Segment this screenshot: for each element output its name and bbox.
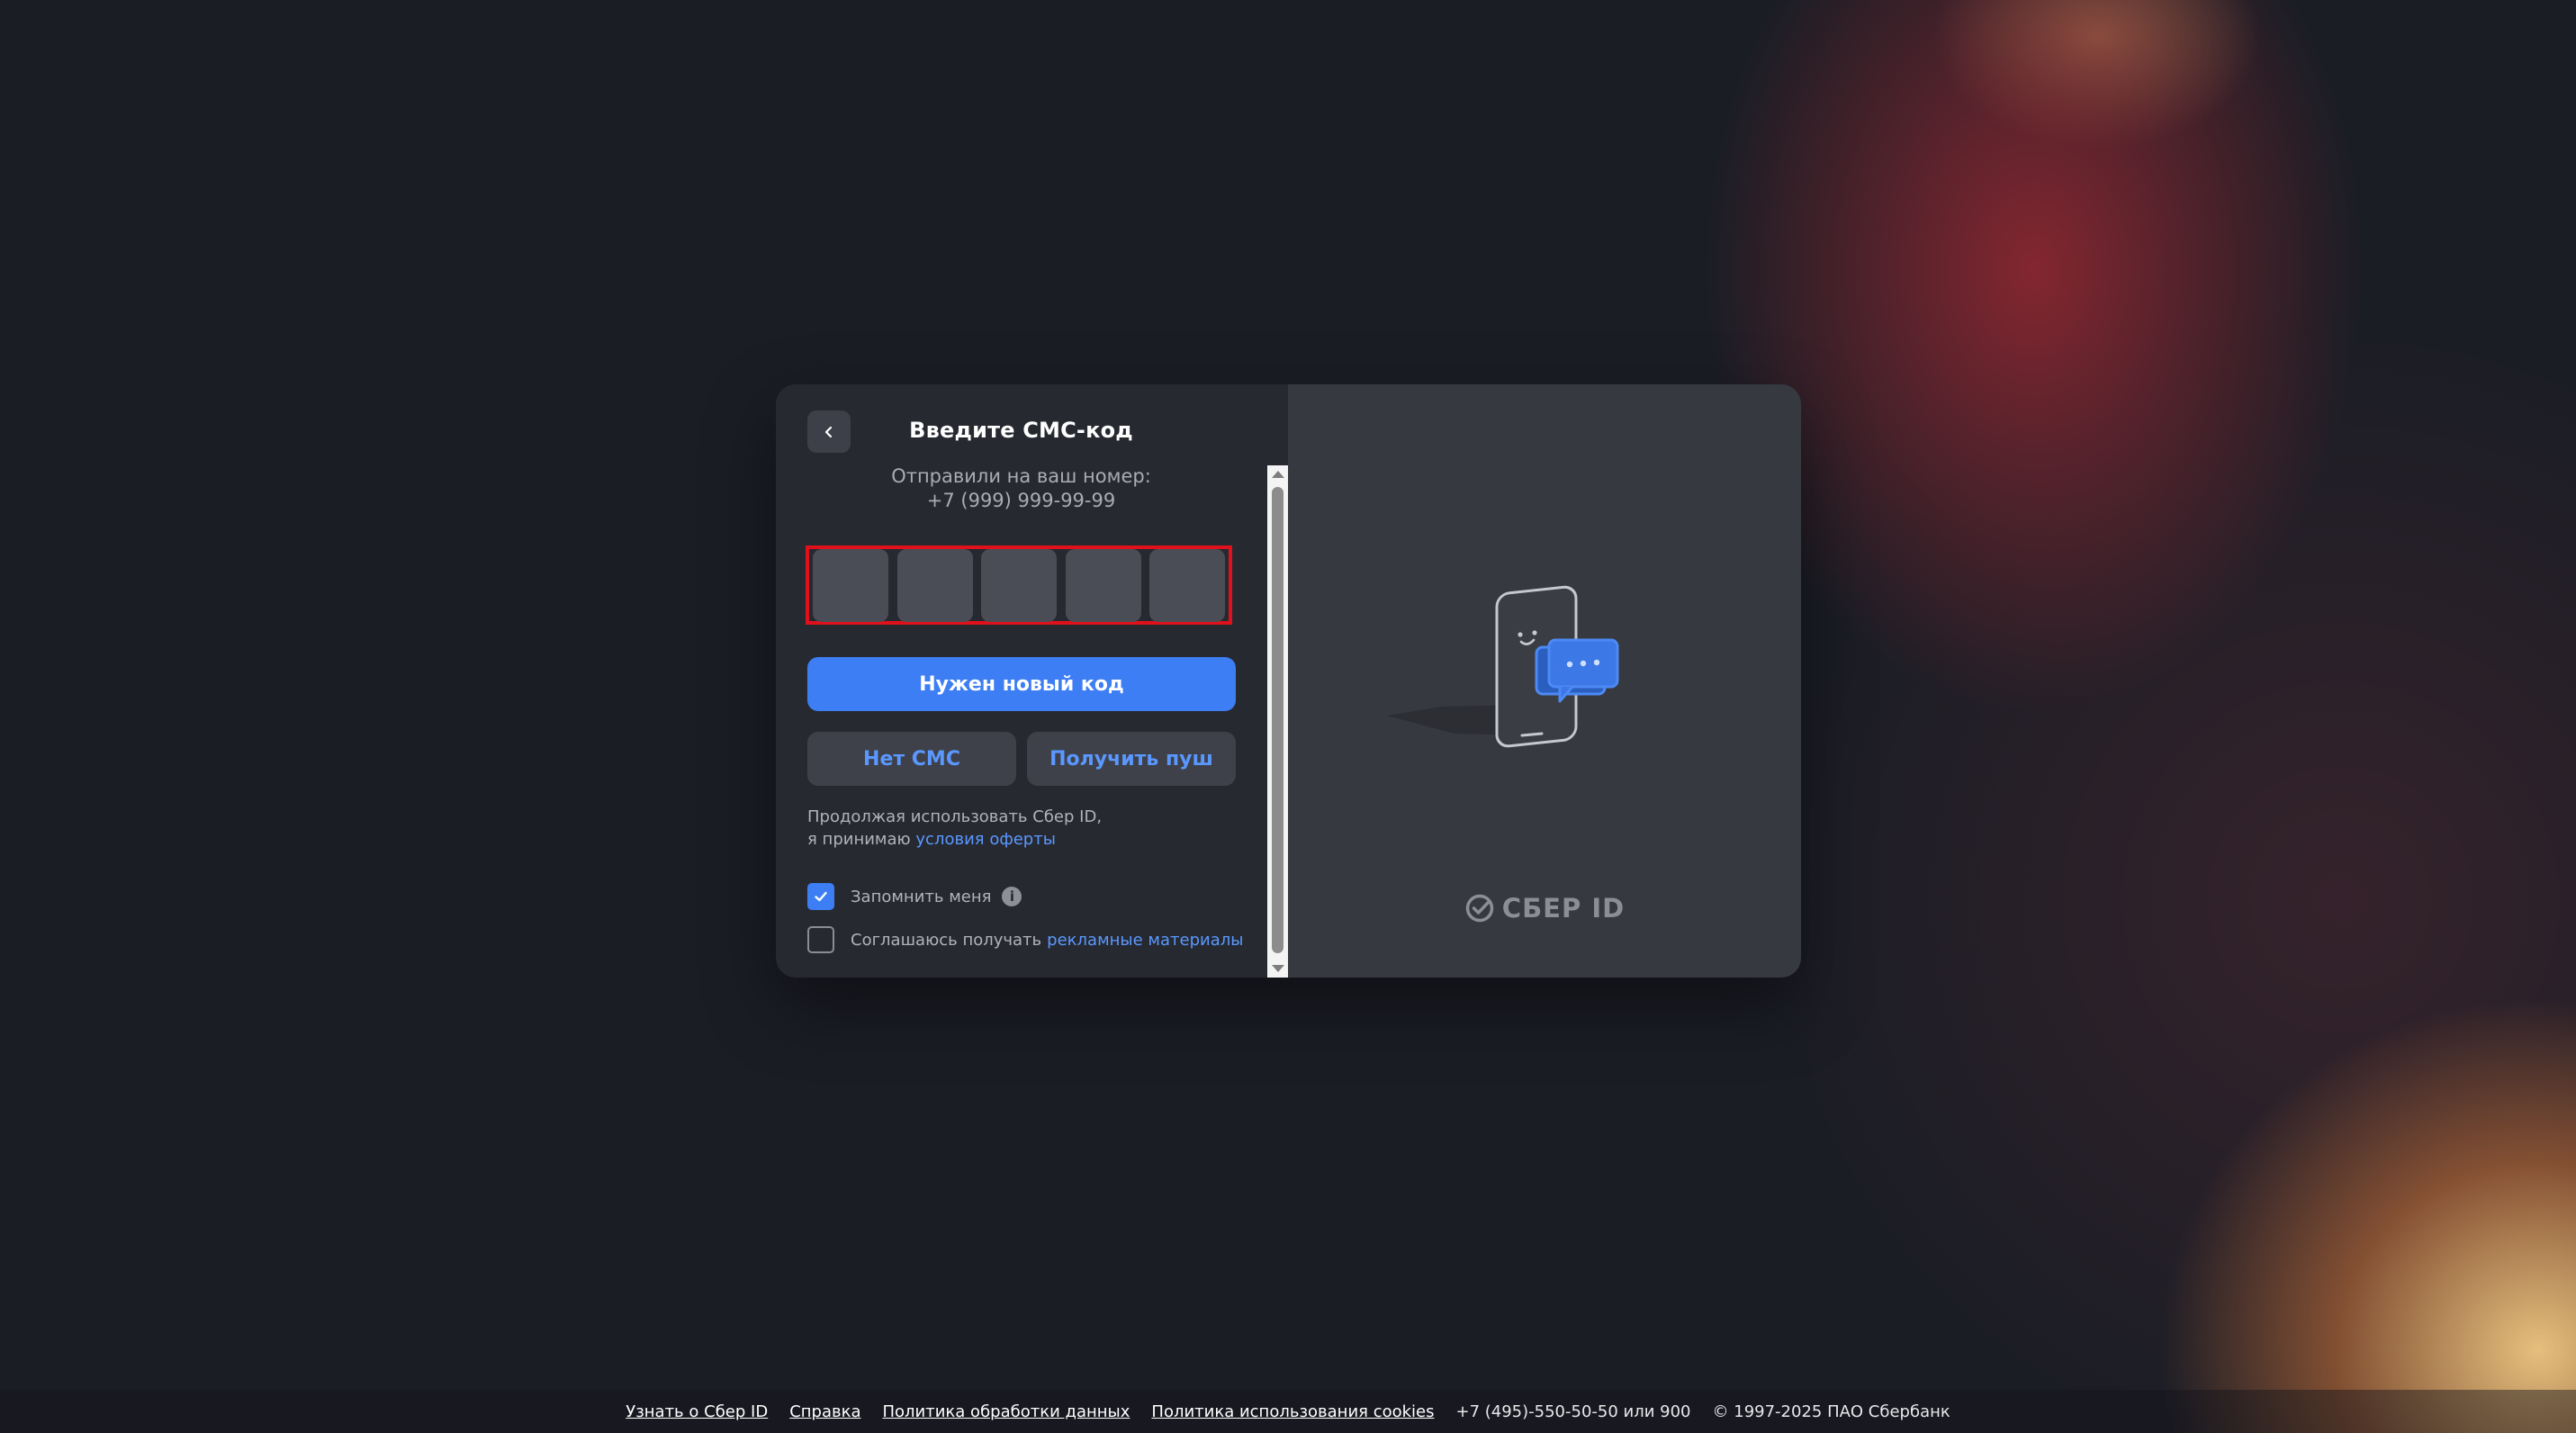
code-digit-input-4[interactable]	[1065, 548, 1141, 622]
terms-text: Продолжая использовать Сбер ID, я приним…	[807, 806, 1102, 851]
footer-link-cookie-policy[interactable]: Политика использования cookies	[1151, 1402, 1434, 1421]
sber-id-logo: СБЕР ID	[1288, 893, 1801, 924]
remember-me-checkbox[interactable]	[807, 883, 834, 910]
page-title: Введите СМС-код	[909, 418, 1133, 443]
remember-me-row: Запомнить меня i	[807, 883, 1022, 910]
remember-me-label: Запомнить меня	[851, 887, 992, 906]
sms-code-dialog: Введите СМС-код Отправили на ваш номер: …	[776, 384, 1801, 978]
offer-terms-link[interactable]: условия оферты	[915, 830, 1056, 849]
footer-link-about[interactable]: Узнать о Сбер ID	[626, 1402, 768, 1421]
scroll-thumb[interactable]	[1272, 487, 1283, 953]
sber-check-icon	[1465, 894, 1494, 923]
terms-prefix: я принимаю	[807, 830, 911, 849]
phone-message-illustration	[1387, 585, 1619, 748]
scroll-down-arrow[interactable]	[1272, 965, 1284, 972]
scrollbar[interactable]	[1267, 465, 1288, 978]
brand-label: СБЕР ID	[1501, 893, 1626, 924]
terms-line-2: я принимаю условия оферты	[807, 828, 1102, 851]
sent-to-label: Отправили на ваш номер:	[891, 465, 1151, 487]
sms-form-pane: Введите СМС-код Отправили на ваш номер: …	[776, 384, 1288, 978]
footer-copyright: © 1997-2025 ПАО Сбербанк	[1712, 1401, 1950, 1421]
sms-code-input-group	[806, 545, 1232, 625]
ads-consent-row: Соглашаюсь получать рекламные материалы	[807, 926, 1243, 953]
code-digit-input-1[interactable]	[813, 548, 888, 622]
ads-consent-checkbox[interactable]	[807, 926, 834, 953]
footer-phone: +7 (495)-550-50-50 или 900	[1455, 1401, 1691, 1421]
code-digit-input-5[interactable]	[1149, 548, 1225, 622]
ads-consent-label: Соглашаюсь получать	[851, 930, 1042, 950]
footer: Узнать о Сбер ID Справка Политика обрабо…	[0, 1390, 2576, 1433]
footer-link-data-policy[interactable]: Политика обработки данных	[883, 1402, 1130, 1421]
get-push-button[interactable]: Получить пуш	[1027, 732, 1236, 786]
phone-number: +7 (999) 999-99-99	[926, 490, 1116, 511]
terms-line-1: Продолжая использовать Сбер ID,	[807, 807, 1103, 826]
no-sms-button[interactable]: Нет СМС	[807, 732, 1016, 786]
new-code-button[interactable]: Нужен новый код	[807, 657, 1236, 711]
footer-link-help[interactable]: Справка	[789, 1402, 860, 1421]
code-digit-input-2[interactable]	[896, 548, 973, 622]
code-digit-input-3[interactable]	[981, 548, 1057, 622]
ad-materials-link[interactable]: рекламные материалы	[1047, 931, 1243, 950]
info-icon[interactable]: i	[1002, 887, 1022, 906]
checkmark-icon	[815, 891, 827, 902]
illustration-pane: СБЕР ID	[1288, 384, 1801, 978]
scroll-up-arrow[interactable]	[1272, 471, 1284, 478]
